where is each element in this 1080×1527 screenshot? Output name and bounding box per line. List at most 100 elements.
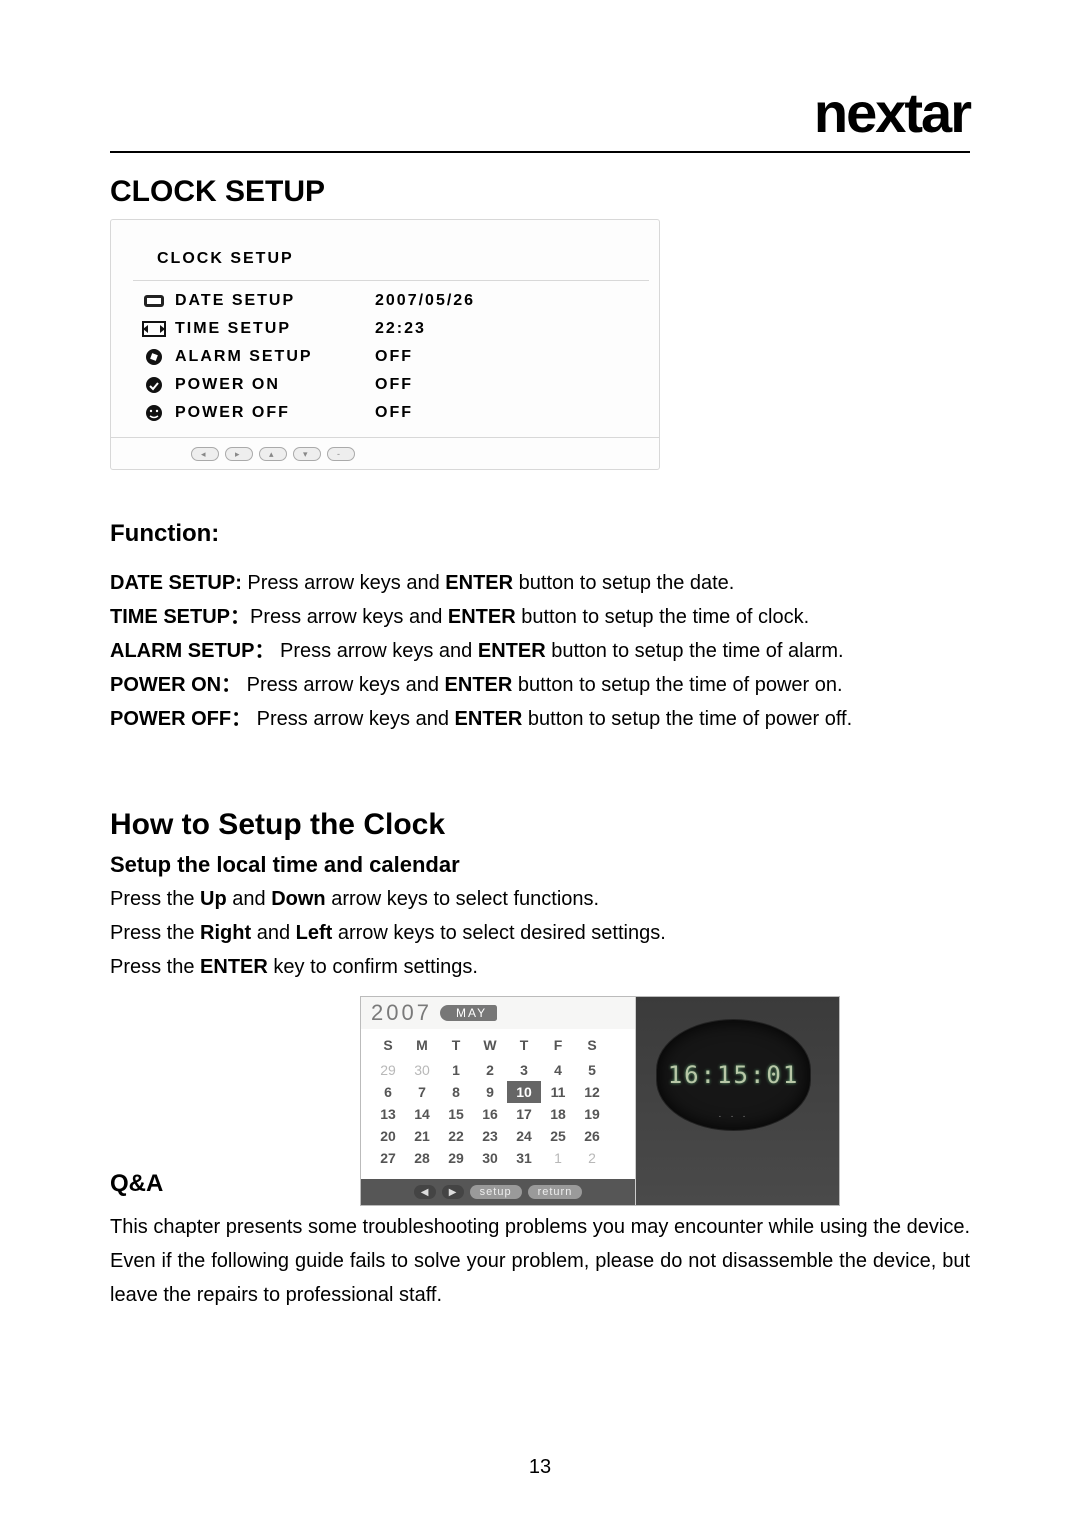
panel-label: TIME SETUP bbox=[175, 320, 375, 338]
calendar-footer: ◀ ▶ setup return bbox=[361, 1179, 635, 1205]
calendar-day: 22 bbox=[439, 1125, 473, 1147]
calendar-week: 20212223242526 bbox=[371, 1125, 625, 1147]
function-line-power-off: POWER OFF： Press arrow keys and ENTER bu… bbox=[110, 704, 970, 734]
calendar-day: 29 bbox=[439, 1147, 473, 1169]
cal-right-icon: ▶ bbox=[442, 1185, 464, 1199]
setup-line-3: Press the ENTER key to confirm settings. bbox=[110, 952, 970, 982]
function-line-alarm: ALARM SETUP： Press arrow keys and ENTER … bbox=[110, 636, 970, 666]
power-off-icon bbox=[133, 403, 175, 423]
calendar-day: 20 bbox=[371, 1125, 405, 1147]
panel-value: OFF bbox=[375, 376, 413, 394]
brand-row: nextar bbox=[110, 80, 970, 145]
panel-rows: DATE SETUP 2007/05/26 TIME SETUP 22:23 bbox=[133, 281, 649, 427]
calendar-day: 31 bbox=[507, 1147, 541, 1169]
panel-footer: ◂ ▸ ▴ ▾ - bbox=[111, 437, 659, 469]
panel-label: POWER ON bbox=[175, 376, 375, 394]
calendar-day: 17 bbox=[507, 1103, 541, 1125]
panel-row-alarm: ALARM SETUP OFF bbox=[133, 343, 649, 371]
function-line-power-on: POWER ON： Press arrow keys and ENTER but… bbox=[110, 670, 970, 700]
calendar-day: 30 bbox=[473, 1147, 507, 1169]
calendar-month: MAY bbox=[440, 1005, 497, 1021]
calendar-day: 18 bbox=[541, 1103, 575, 1125]
calendar-figure: 2007 MAY SMTWTFS 29301234567891011121314… bbox=[360, 996, 840, 1206]
panel-row-time: TIME SETUP 22:23 bbox=[133, 315, 649, 343]
section-title-qa: Q&A bbox=[110, 1170, 200, 1198]
panel-row-date: DATE SETUP 2007/05/26 bbox=[133, 287, 649, 315]
calendar-day: 4 bbox=[541, 1059, 575, 1081]
calendar-day: 11 bbox=[541, 1081, 575, 1103]
panel-row-power-off: POWER OFF OFF bbox=[133, 399, 649, 427]
date-icon bbox=[133, 291, 175, 311]
calendar-day: 13 bbox=[371, 1103, 405, 1125]
panel-label: POWER OFF bbox=[175, 404, 375, 422]
cal-left-icon: ◀ bbox=[414, 1185, 436, 1199]
panel-value: 22:23 bbox=[375, 320, 426, 338]
calendar-day: 6 bbox=[371, 1081, 405, 1103]
footer-right-icon: ▸ bbox=[225, 447, 253, 461]
setup-line-1: Press the Up and Down arrow keys to sele… bbox=[110, 884, 970, 914]
calendar-day: 25 bbox=[541, 1125, 575, 1147]
calendar-day: 27 bbox=[371, 1147, 405, 1169]
calendar-day: 12 bbox=[575, 1081, 609, 1103]
header-rule bbox=[110, 151, 970, 153]
calendar-day: 29 bbox=[371, 1059, 405, 1081]
time-icon bbox=[133, 319, 175, 339]
calendar-day: 1 bbox=[541, 1147, 575, 1169]
section-title-function: Function: bbox=[110, 520, 970, 548]
calendar-day: 3 bbox=[507, 1059, 541, 1081]
calendar-day: 24 bbox=[507, 1125, 541, 1147]
calendar-day: 7 bbox=[405, 1081, 439, 1103]
footer-enter-icon: - bbox=[327, 447, 355, 461]
panel-label: DATE SETUP bbox=[175, 292, 375, 310]
calendar-day: 10 bbox=[507, 1081, 541, 1103]
calendar-day: 15 bbox=[439, 1103, 473, 1125]
calendar-year: 2007 bbox=[371, 1000, 432, 1026]
calendar-day: 26 bbox=[575, 1125, 609, 1147]
section-title-clock-setup: CLOCK SETUP bbox=[110, 175, 970, 209]
panel-value: OFF bbox=[375, 404, 413, 422]
cal-return-button: return bbox=[528, 1185, 583, 1199]
power-on-icon bbox=[133, 375, 175, 395]
calendar-week: 6789101112 bbox=[371, 1081, 625, 1103]
analog-clock-icon: 16:15:01 · · · bbox=[656, 1019, 811, 1131]
brand-logo: nextar bbox=[814, 81, 970, 144]
calendar-clock-pane: 16:15:01 · · · bbox=[636, 997, 839, 1205]
panel-title: CLOCK SETUP bbox=[157, 250, 649, 268]
panel-value: OFF bbox=[375, 348, 413, 366]
panel-value: 2007/05/26 bbox=[375, 292, 475, 310]
alarm-icon bbox=[133, 347, 175, 367]
calendar-day: 8 bbox=[439, 1081, 473, 1103]
calendar-day: 16 bbox=[473, 1103, 507, 1125]
calendar-day: 23 bbox=[473, 1125, 507, 1147]
panel-label: ALARM SETUP bbox=[175, 348, 375, 366]
calendar-week: 293012345 bbox=[371, 1059, 625, 1081]
clock-time: 16:15:01 bbox=[668, 1061, 800, 1089]
calendar-day: 28 bbox=[405, 1147, 439, 1169]
calendar-week: 272829303112 bbox=[371, 1147, 625, 1169]
setup-subtitle: Setup the local time and calendar bbox=[110, 852, 970, 878]
calendar-dow: SMTWTFS bbox=[371, 1037, 625, 1053]
page: nextar CLOCK SETUP CLOCK SETUP DATE SETU… bbox=[0, 0, 1080, 1527]
panel-row-power-on: POWER ON OFF bbox=[133, 371, 649, 399]
calendar-weeks: 2930123456789101112131415161718192021222… bbox=[371, 1059, 625, 1169]
calendar-day: 2 bbox=[575, 1147, 609, 1169]
setup-line-2: Press the Right and Left arrow keys to s… bbox=[110, 918, 970, 948]
footer-left-icon: ◂ bbox=[191, 447, 219, 461]
calendar-day: 1 bbox=[439, 1059, 473, 1081]
function-line-time: TIME SETUP：Press arrow keys and ENTER bu… bbox=[110, 602, 970, 632]
calendar-day: 19 bbox=[575, 1103, 609, 1125]
calendar-day: 9 bbox=[473, 1081, 507, 1103]
calendar-day: 14 bbox=[405, 1103, 439, 1125]
clock-setup-panel: CLOCK SETUP DATE SETUP 2007/05/26 TIME S… bbox=[110, 219, 660, 470]
page-number: 13 bbox=[0, 1456, 1080, 1479]
calendar-day: 2 bbox=[473, 1059, 507, 1081]
footer-down-icon: ▾ bbox=[293, 447, 321, 461]
calendar-day: 21 bbox=[405, 1125, 439, 1147]
calendar-week: 13141516171819 bbox=[371, 1103, 625, 1125]
calendar-day: 5 bbox=[575, 1059, 609, 1081]
cal-setup-button: setup bbox=[470, 1185, 522, 1199]
section-title-howto: How to Setup the Clock bbox=[110, 808, 970, 842]
calendar-day: 30 bbox=[405, 1059, 439, 1081]
footer-up-icon: ▴ bbox=[259, 447, 287, 461]
function-line-date: DATE SETUP: Press arrow keys and ENTER b… bbox=[110, 568, 970, 598]
